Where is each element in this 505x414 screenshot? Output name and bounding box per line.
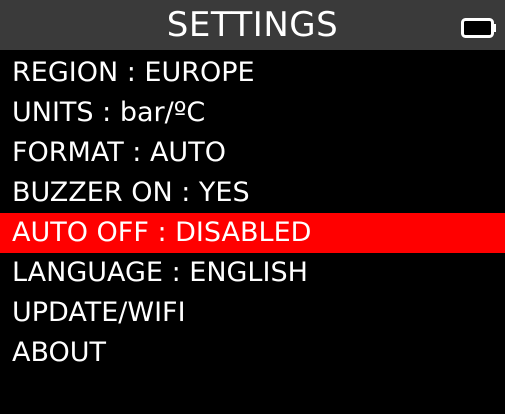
- menu-item-language[interactable]: LANGUAGE : ENGLISH: [0, 253, 505, 293]
- menu-item-auto-off[interactable]: AUTO OFF : DISABLED: [0, 213, 505, 253]
- battery-icon: [461, 18, 496, 38]
- menu-item-units[interactable]: UNITS : bar/ºC: [0, 93, 505, 133]
- settings-screen: SETTINGS REGION : EUROPE UNITS : bar/ºC …: [0, 0, 505, 414]
- title-bar: SETTINGS: [0, 0, 505, 50]
- menu-item-update-wifi[interactable]: UPDATE/WIFI: [0, 293, 505, 333]
- menu-item-buzzer[interactable]: BUZZER ON : YES: [0, 173, 505, 213]
- menu-item-about[interactable]: ABOUT: [0, 333, 505, 373]
- menu-item-region[interactable]: REGION : EUROPE: [0, 53, 505, 93]
- menu-item-format[interactable]: FORMAT : AUTO: [0, 133, 505, 173]
- settings-menu: REGION : EUROPE UNITS : bar/ºC FORMAT : …: [0, 53, 505, 373]
- page-title: SETTINGS: [166, 5, 339, 45]
